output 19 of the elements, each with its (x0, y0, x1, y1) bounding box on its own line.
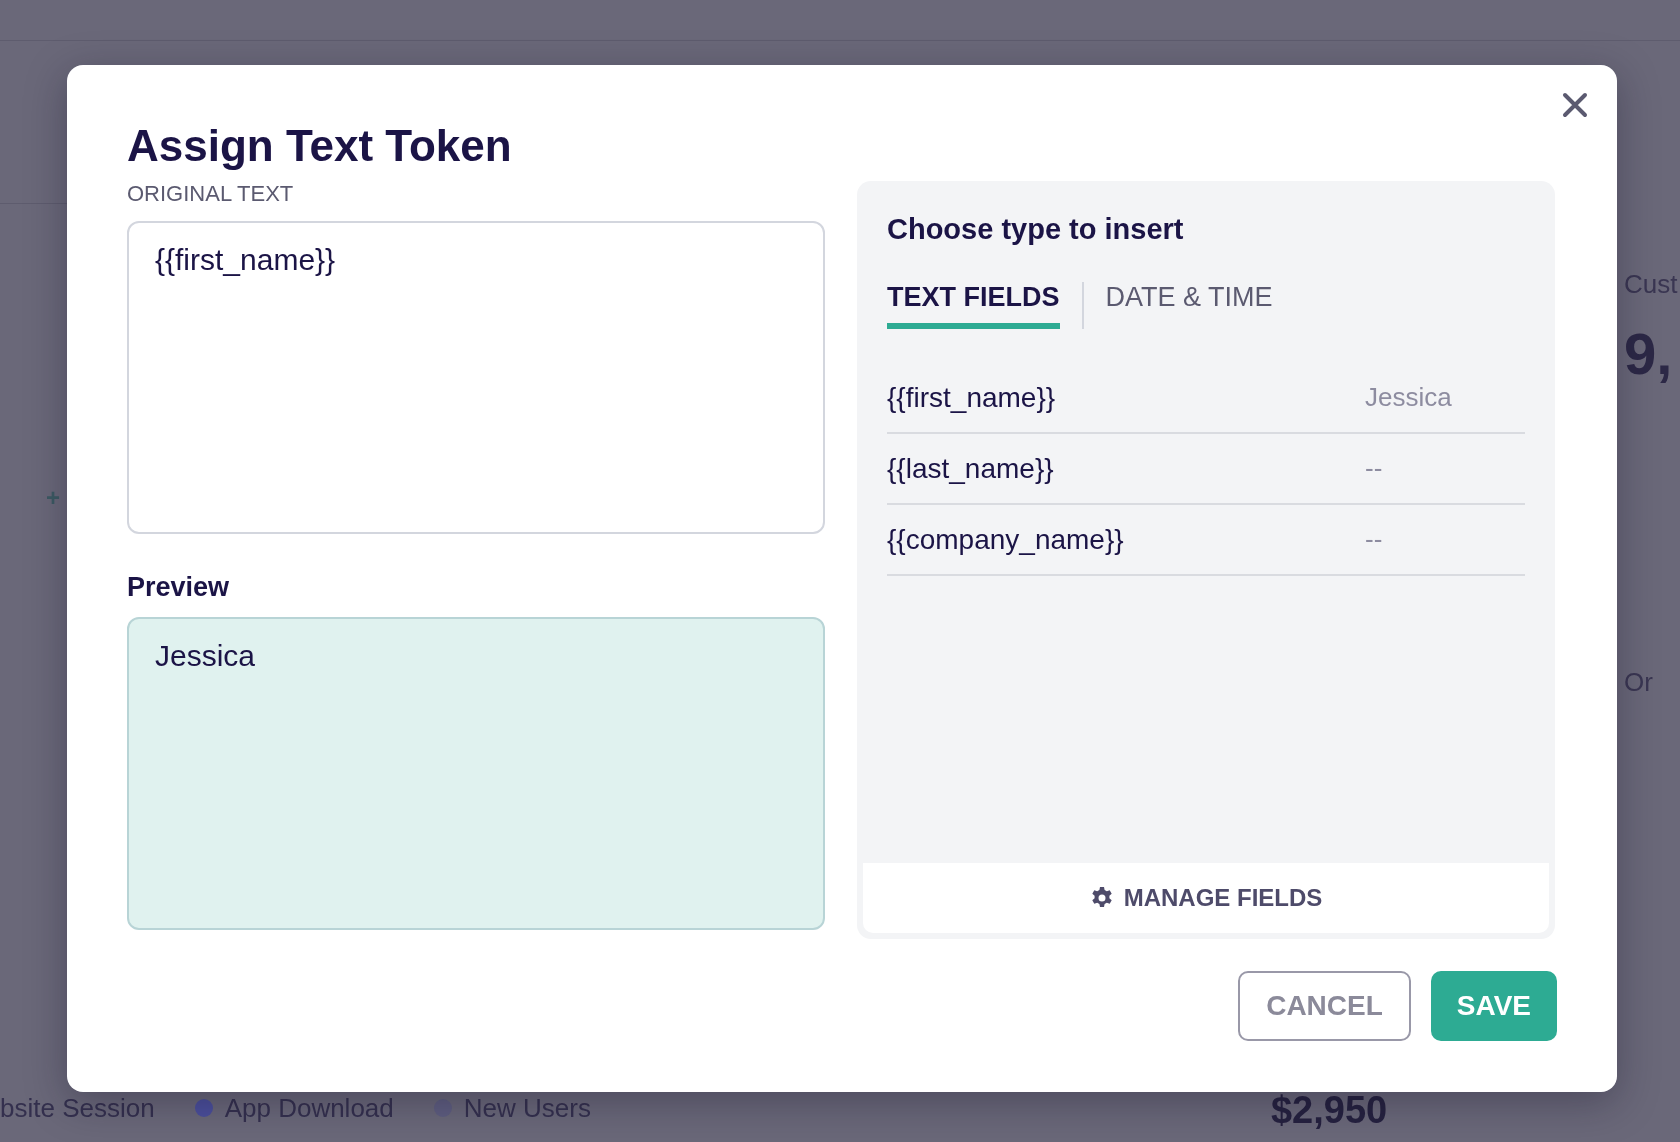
token-value: -- (1365, 453, 1384, 484)
token-value: Jessica (1365, 382, 1453, 413)
tab[interactable]: DATE & TIME (1105, 282, 1273, 329)
section-label: Preview (127, 572, 230, 603)
dialog-title: Assign Text Token (127, 121, 512, 171)
preview-box: Jessica (127, 617, 825, 930)
amount-value: $2,950 (1270, 1088, 1388, 1132)
stat-value: 9, (1624, 320, 1673, 387)
stat-change: + (46, 484, 60, 512)
manage-fields-button[interactable]: MANAGE FIELDS (863, 863, 1549, 933)
token-name[interactable]: {{company_name}} (887, 523, 1365, 556)
token-name[interactable]: {{last_name}} (887, 452, 1365, 485)
panel-heading: Choose type to insert (887, 213, 1184, 246)
field-label: ORIGINAL TEXT (127, 181, 294, 207)
token-value: -- (1365, 524, 1384, 555)
token-name[interactable]: {{first_name}} (887, 381, 1365, 414)
text-input[interactable]: {{first_name}} (127, 221, 825, 534)
tab[interactable]: TEXT FIELDS (887, 282, 1060, 329)
gear-icon (1089, 886, 1114, 910)
